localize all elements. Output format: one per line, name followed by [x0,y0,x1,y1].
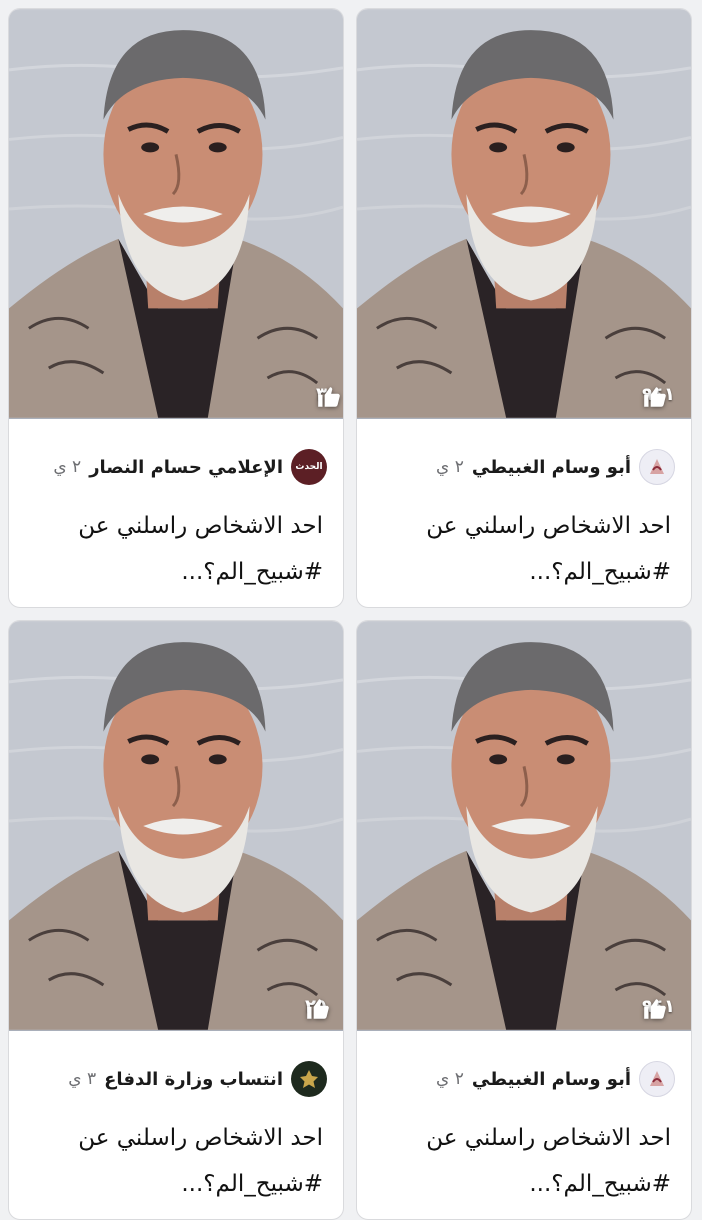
avatar-image [650,459,664,474]
post-meta: انتساب وزارة الدفاع ٣ ي [23,1061,327,1097]
portrait-image [9,9,343,419]
author-name[interactable]: أبو وسام الغبيطي [472,457,631,478]
portrait-image [9,621,343,1031]
avatar[interactable] [639,449,675,485]
portrait-image [357,621,691,1031]
avatar[interactable]: الحدث [291,449,327,485]
portrait-image [357,9,691,419]
author-name[interactable]: أبو وسام الغبيطي [472,1069,631,1090]
post-text[interactable]: احد الاشخاص راسلني عن #شبيح_الم؟... [371,503,671,595]
thumbs-up-icon [642,384,668,410]
like-count[interactable]: ٩٤١ [642,384,675,405]
post-meta: أبو وسام الغبيطي ٢ ي [371,449,675,485]
post-card[interactable]: ٢٥ انتساب وزارة الدفاع ٣ ي احد الاشخاص ر… [8,620,344,1220]
post-photo[interactable]: ٣ [9,9,343,419]
author-name[interactable]: انتساب وزارة الدفاع [104,1069,283,1090]
post-card[interactable]: ٩٤١ أبو وسام الغبيطي ٢ ي احد الاشخاص راس… [356,8,692,608]
like-count[interactable]: ٩٤١ [642,996,675,1017]
post-hashtag[interactable]: #شبيح_الم؟... [23,1161,323,1207]
post-age: ٣ ي [68,1069,97,1089]
avatar-image [650,1071,664,1086]
avatar[interactable] [291,1061,327,1097]
author-name[interactable]: الإعلامي حسام النصار [89,457,283,478]
thumbs-up-icon [642,996,668,1022]
post-text-line: احد الاشخاص راسلني عن [78,513,323,539]
post-age: ٢ ي [436,457,464,477]
post-meta: الحدث الإعلامي حسام النصار ٢ ي [23,449,327,485]
post-hashtag[interactable]: #شبيح_الم؟... [371,1161,671,1207]
avatar[interactable] [639,1061,675,1097]
post-text[interactable]: احد الاشخاص راسلني عن #شبيح_الم؟... [23,503,323,595]
avatar-logo-text: الحدث [295,462,323,472]
like-count[interactable]: ٢٥ [305,996,327,1017]
post-card[interactable]: ٣ الحدث الإعلامي حسام النصار ٢ ي احد الا… [8,8,344,608]
thumbs-up-icon [305,996,331,1022]
post-text-line: احد الاشخاص راسلني عن [426,1125,671,1151]
post-age: ٢ ي [436,1069,464,1089]
post-text-line: احد الاشخاص راسلني عن [426,513,671,539]
emblem-icon [300,1070,318,1088]
like-count[interactable]: ٣ [316,384,327,405]
post-age: ٢ ي [53,457,82,477]
post-hashtag[interactable]: #شبيح_الم؟... [371,549,671,595]
post-photo[interactable]: ٩٤١ [357,621,691,1031]
post-card[interactable]: ٩٤١ أبو وسام الغبيطي ٢ ي احد الاشخاص راس… [356,620,692,1220]
post-text[interactable]: احد الاشخاص راسلني عن #شبيح_الم؟... [23,1115,323,1207]
post-photo[interactable]: ٢٥ [9,621,343,1031]
post-text-line: احد الاشخاص راسلني عن [78,1125,323,1151]
post-text[interactable]: احد الاشخاص راسلني عن #شبيح_الم؟... [371,1115,671,1207]
thumbs-up-icon [316,384,342,410]
post-hashtag[interactable]: #شبيح_الم؟... [23,549,323,595]
post-photo[interactable]: ٩٤١ [357,9,691,419]
post-meta: أبو وسام الغبيطي ٢ ي [371,1061,675,1097]
